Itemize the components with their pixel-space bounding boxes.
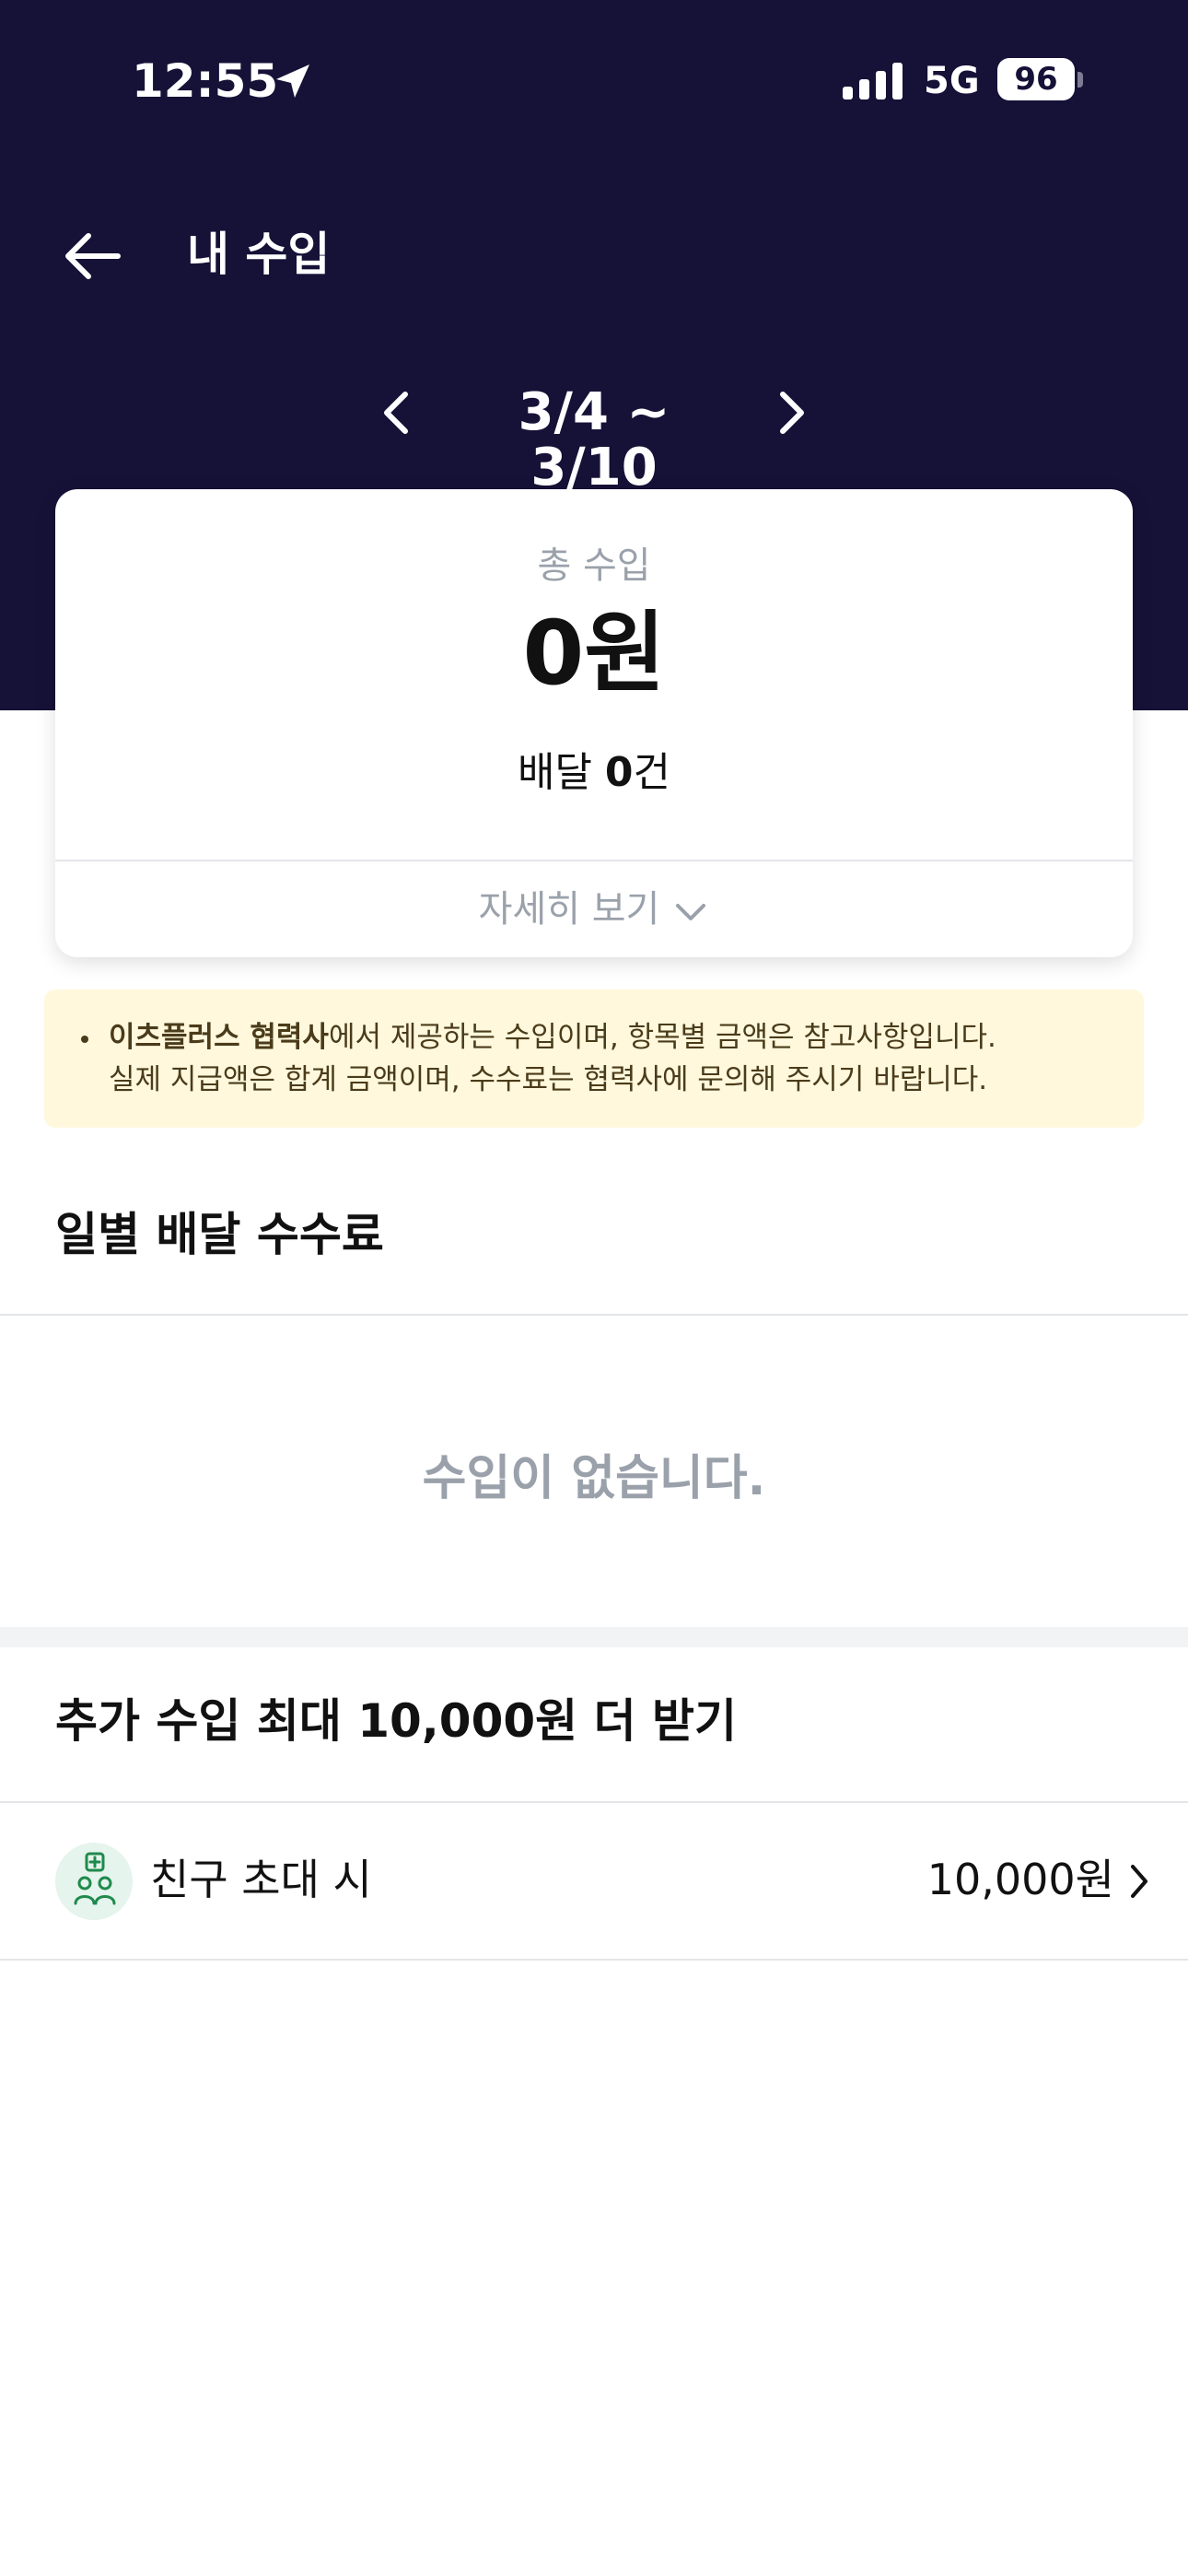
delivery-count-value: 0	[604, 749, 634, 796]
income-summary-card: 총 수입 0원 배달 0건 자세히 보기	[55, 489, 1133, 957]
details-toggle-label: 자세히 보기	[478, 888, 660, 931]
previous-week-chevron-icon[interactable]	[368, 376, 424, 450]
date-range-label: 3/4 ~ 3/10	[518, 382, 670, 498]
total-income-label: 총 수입	[537, 544, 651, 587]
empty-income-message: 수입이 없습니다.	[422, 1451, 766, 1506]
delivery-count: 배달 0건	[55, 745, 1133, 801]
invite-friend-amount: 10,000원	[926, 1855, 1114, 1904]
bonus-title: 추가 수입 최대 10,000원 더 받기	[55, 1694, 737, 1748]
battery-icon: 96	[997, 58, 1075, 100]
section-divider	[0, 1314, 1188, 1316]
list-item-invite-friend[interactable]: 친구 초대 시 10,000원	[0, 1804, 1188, 1959]
details-toggle-button[interactable]: 자세히 보기	[55, 861, 1133, 957]
chevron-right-icon	[1131, 1865, 1147, 1898]
section-separator	[0, 1627, 1188, 1647]
next-week-chevron-icon[interactable]	[764, 376, 820, 450]
delivery-suffix: 건	[633, 749, 671, 796]
notice-line-1-text: 에서 제공하는 수입이며, 항목별 금액은 참고사항입니다.	[328, 1021, 996, 1054]
section-divider	[0, 1801, 1188, 1803]
section-divider	[0, 1959, 1188, 1961]
friends-plus-icon	[55, 1843, 133, 1920]
partner-name: 이츠플러스 협력사	[109, 1021, 329, 1054]
network-type: 5G	[924, 60, 980, 102]
location-arrow-icon	[276, 64, 309, 98]
cellular-signal-icon	[843, 63, 903, 100]
daily-fees-title: 일별 배달 수수료	[55, 1208, 384, 1261]
chevron-down-icon	[676, 904, 706, 920]
battery-level: 96	[1014, 61, 1058, 98]
status-time: 12:55	[132, 54, 279, 108]
page-title: 내 수입	[187, 228, 331, 281]
income-notice: 이츠플러스 협력사에서 제공하는 수입이며, 항목별 금액은 참고사항입니다. …	[44, 989, 1144, 1128]
battery-tip	[1077, 72, 1083, 88]
delivery-prefix: 배달	[517, 749, 605, 796]
notice-bullet	[81, 1036, 88, 1043]
back-arrow-icon[interactable]	[55, 221, 129, 295]
notice-line-2: 실제 지급액은 합계 금액이며, 수수료는 협력사에 문의해 주시기 바랍니다.	[109, 1063, 988, 1096]
total-income-value: 0원	[522, 602, 666, 705]
notice-line-1: 이츠플러스 협력사에서 제공하는 수입이며, 항목별 금액은 참고사항입니다.	[109, 1016, 996, 1059]
invite-friend-label: 친구 초대 시	[150, 1855, 372, 1904]
